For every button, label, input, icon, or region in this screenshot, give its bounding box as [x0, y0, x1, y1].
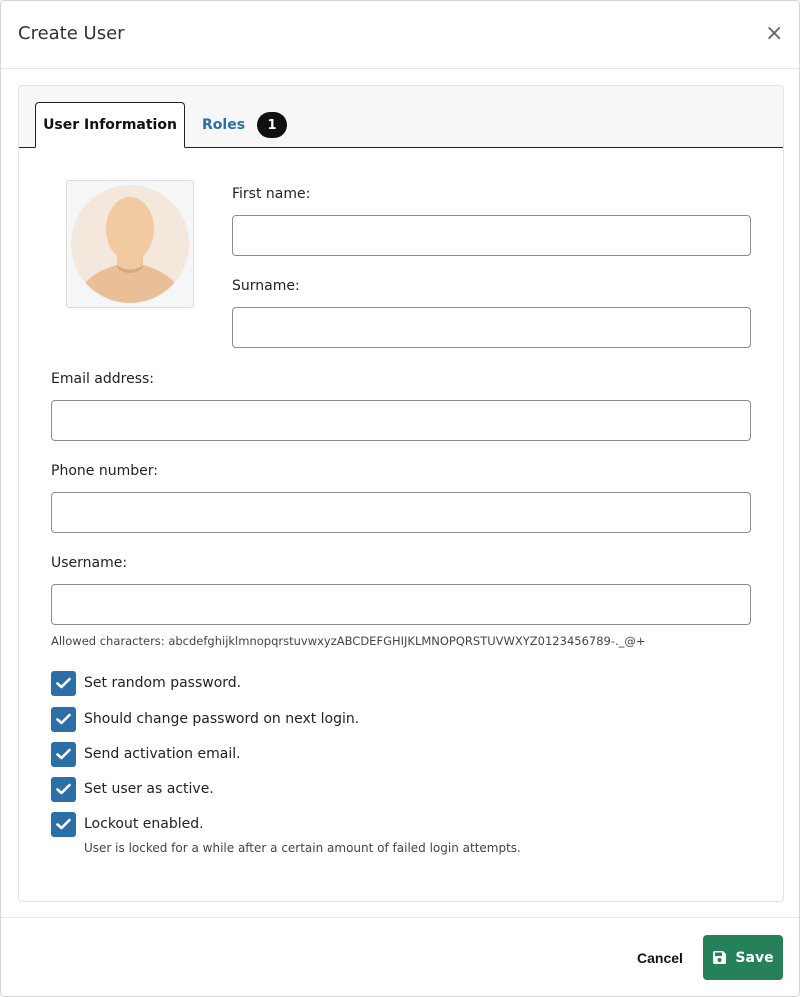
save-button[interactable]: Save: [703, 935, 783, 980]
checkbox-change-password-next-login[interactable]: [51, 706, 76, 732]
first-name-input[interactable]: [232, 215, 751, 256]
option-label: Set user as active.: [84, 781, 214, 797]
checkbox-send-activation-email[interactable]: [51, 741, 76, 767]
cancel-button[interactable]: Cancel: [627, 942, 693, 974]
phone-input[interactable]: [51, 492, 751, 533]
profile-picture[interactable]: [66, 180, 194, 308]
dialog-footer: Cancel Save: [1, 917, 799, 996]
dialog-header: Create User ×: [1, 1, 799, 69]
option-label: Lockout enabled.: [84, 816, 204, 832]
checkmark-icon: [56, 748, 71, 760]
checkmark-icon: [56, 677, 71, 689]
username-label: Username:: [51, 555, 128, 571]
email-input[interactable]: [51, 400, 751, 441]
username-input[interactable]: [51, 584, 751, 625]
phone-label: Phone number:: [51, 463, 158, 479]
roles-count-badge: 1: [257, 112, 288, 138]
tab-roles-label: Roles: [202, 117, 246, 133]
option-set-user-active[interactable]: Set user as active.: [51, 776, 214, 802]
tab-bar: User Information Roles 1: [19, 86, 783, 148]
option-lockout-enabled[interactable]: Lockout enabled.: [51, 811, 204, 837]
tab-roles[interactable]: Roles 1: [202, 110, 288, 140]
email-label: Email address:: [51, 371, 155, 387]
checkbox-set-random-password[interactable]: [51, 670, 76, 696]
checkmark-icon: [56, 818, 71, 830]
option-send-activation-email[interactable]: Send activation email.: [51, 741, 241, 767]
checkbox-set-user-active[interactable]: [51, 776, 76, 802]
username-allowed-characters: Allowed characters: abcdefghijklmnopqrst…: [51, 634, 646, 648]
surname-input[interactable]: [232, 307, 751, 348]
floppy-disk-icon: [713, 951, 727, 964]
close-icon[interactable]: ×: [765, 23, 783, 45]
option-label: Send activation email.: [84, 746, 241, 762]
option-change-password-next-login[interactable]: Should change password on next login.: [51, 706, 359, 732]
checkmark-icon: [56, 783, 71, 795]
save-button-label: Save: [735, 949, 774, 966]
first-name-label: First name:: [232, 186, 311, 202]
create-user-dialog: Create User × User Information Roles 1 F…: [0, 0, 800, 997]
checkbox-lockout-enabled[interactable]: [51, 811, 76, 837]
user-avatar-icon: [71, 185, 189, 303]
surname-label: Surname:: [232, 278, 300, 294]
lockout-hint: User is locked for a while after a certa…: [84, 841, 521, 855]
checkmark-icon: [56, 713, 71, 725]
option-label: Set random password.: [84, 675, 242, 691]
user-form-panel: User Information Roles 1 First name: Sur…: [18, 85, 784, 902]
tab-user-information[interactable]: User Information: [35, 102, 185, 148]
option-label: Should change password on next login.: [84, 711, 360, 727]
dialog-title: Create User: [18, 23, 125, 44]
option-set-random-password[interactable]: Set random password.: [51, 670, 241, 696]
